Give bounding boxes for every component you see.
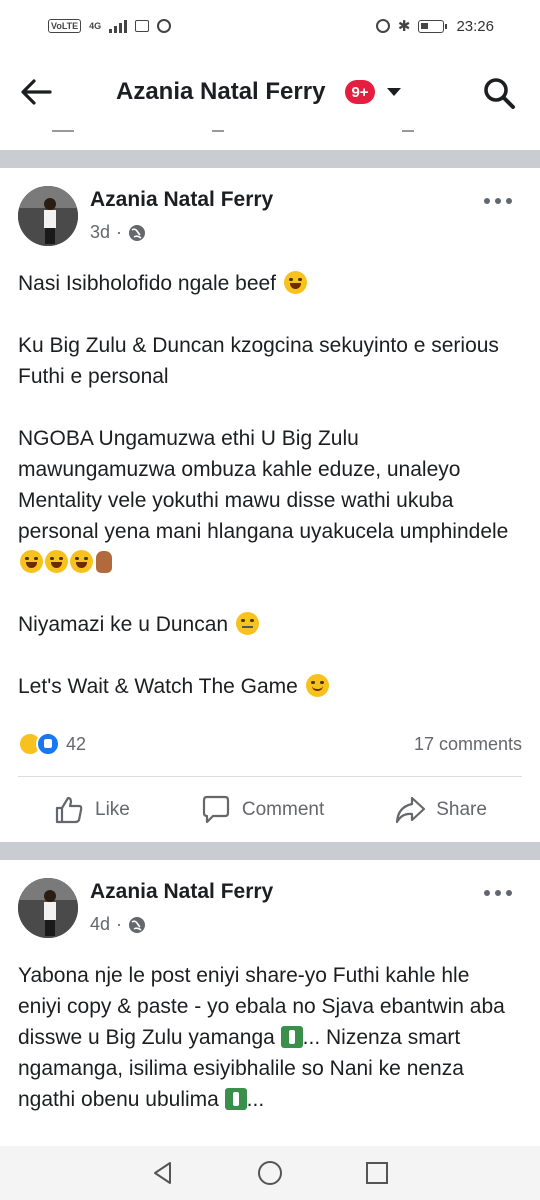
post-body: Yabona nje le post eniyi share-yo Futhi … <box>18 960 518 1115</box>
volte-badge: VoLTE <box>48 19 82 33</box>
more-options-icon[interactable] <box>484 888 512 898</box>
smiling-emoji-icon <box>305 674 329 697</box>
post-separator <box>0 842 540 860</box>
share-icon <box>396 796 426 824</box>
post-paragraph: Let's Wait & Watch The Game <box>18 671 518 702</box>
comments-count[interactable]: 17 comments <box>414 734 522 755</box>
search-icon[interactable] <box>482 76 516 110</box>
battery-icon <box>418 19 448 33</box>
comment-icon <box>202 795 229 824</box>
post-separator <box>0 150 540 168</box>
reaction-count: 42 <box>66 733 87 754</box>
zipper-mouth-emoji-icon <box>235 612 259 635</box>
litter-bin-icon <box>224 1088 247 1110</box>
post-author[interactable]: Azania Natal Ferry <box>90 880 273 904</box>
post-time: 3d <box>90 222 111 242</box>
share-label: Share <box>436 799 487 820</box>
comment-label: Comment <box>241 799 325 820</box>
litter-bin-icon <box>280 1026 303 1048</box>
avatar[interactable] <box>18 878 78 938</box>
post-card: Azania Natal Ferry 3d · Nasi Isibholofid… <box>0 168 540 840</box>
status-right: ✱ 23:26 <box>375 17 494 35</box>
message-icon <box>135 20 150 32</box>
page-title[interactable]: Azania Natal Ferry <box>116 78 325 106</box>
divider-line <box>18 776 522 777</box>
like-label: Like <box>95 799 130 820</box>
bluetooth-icon: ✱ <box>397 18 411 35</box>
share-button[interactable]: Share <box>394 794 487 826</box>
avatar-image <box>18 186 78 246</box>
clock: 23:26 <box>456 17 494 35</box>
app-bar: Azania Natal Ferry 9+ <box>0 52 540 132</box>
post-paragraph: Ku Big Zulu & Duncan kzogcina sekuyinto … <box>18 334 499 388</box>
square-recents-icon[interactable] <box>364 1160 390 1186</box>
more-options-icon[interactable] <box>484 196 512 206</box>
like-reaction-icon <box>36 732 60 756</box>
post-body: Nasi Isibholofido ngale beef Ku Big Zulu… <box>18 268 518 702</box>
post-paragraph: Niyamazi ke u Duncan <box>18 609 518 640</box>
triangle-back-icon[interactable] <box>150 1160 176 1186</box>
like-button[interactable]: Like <box>53 794 130 826</box>
fingers-crossed-icon <box>96 551 112 573</box>
reaction-summary[interactable]: 42 <box>18 732 86 756</box>
circle-home-icon[interactable] <box>257 1160 283 1186</box>
avatar[interactable] <box>18 186 78 246</box>
post-author[interactable]: Azania Natal Ferry <box>90 188 273 212</box>
status-bar: VoLTE 4G ✱ 23:26 <box>0 0 540 52</box>
alarm-icon <box>375 19 390 33</box>
post-paragraph: Yabona nje le post eniyi share-yo Futhi … <box>18 964 505 1111</box>
comment-button[interactable]: Comment <box>200 794 324 826</box>
meta-dot: · <box>116 914 123 934</box>
post-actions: Like Comment Share <box>0 780 540 840</box>
laughing-emoji-icon <box>20 550 43 573</box>
chevron-down-icon[interactable] <box>387 88 401 96</box>
post-card: Azania Natal Ferry 4d · Yabona nje le po… <box>0 860 540 1146</box>
post-time: 4d <box>90 914 111 934</box>
post-meta: 3d · <box>90 222 146 243</box>
post-meta: 4d · <box>90 914 146 935</box>
signal-icon <box>109 19 128 33</box>
laughing-emoji-icon <box>45 550 68 573</box>
globe-icon <box>129 224 146 241</box>
avatar-image <box>18 878 78 938</box>
network-type-label: 4G <box>89 21 102 31</box>
arrow-left-icon[interactable] <box>18 74 54 110</box>
laughing-emoji-icon <box>70 550 93 573</box>
globe-icon <box>129 916 146 933</box>
notification-badge: 9+ <box>345 80 375 104</box>
previous-post-edge <box>0 130 540 148</box>
post-paragraph: NGOBA Ungamuzwa ethi U Big Zulu mawungam… <box>18 423 518 578</box>
status-left: VoLTE 4G <box>48 19 172 33</box>
location-icon <box>157 19 172 33</box>
thumbs-up-icon <box>55 796 83 824</box>
system-nav-bar <box>0 1146 540 1200</box>
meta-dot: · <box>116 222 123 242</box>
post-paragraph: Nasi Isibholofido ngale beef <box>18 268 518 299</box>
laughing-emoji-icon <box>283 271 307 294</box>
